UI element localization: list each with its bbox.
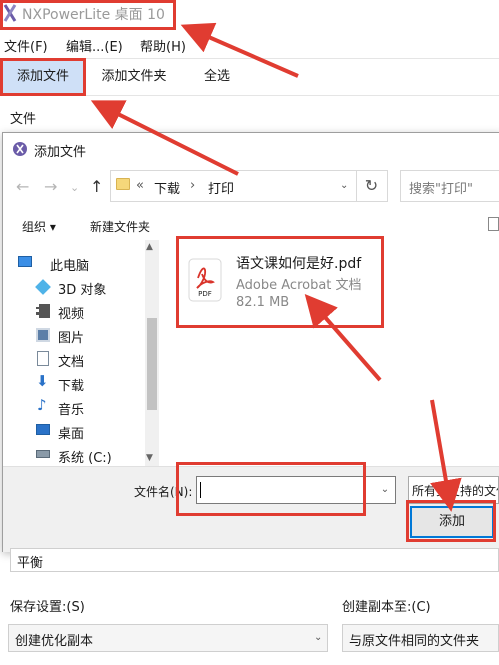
optimization-level[interactable]: 平衡 xyxy=(10,548,499,572)
breadcrumb-downloads[interactable]: 下载 xyxy=(154,178,180,197)
filename-dropdown-icon[interactable]: ⌄ xyxy=(376,478,394,502)
pictures-icon xyxy=(36,328,50,342)
scroll-up-icon[interactable]: ▲ xyxy=(146,242,153,252)
documents-icon xyxy=(37,351,49,366)
music-icon: ♪ xyxy=(37,396,47,414)
nav-item-3d-objects[interactable]: 3D 对象 xyxy=(58,279,106,298)
recent-locations-icon[interactable]: ⌄ xyxy=(70,181,79,194)
refresh-icon[interactable]: ↻ xyxy=(356,171,386,201)
desktop-icon xyxy=(36,424,50,435)
back-arrow-icon[interactable]: ← xyxy=(16,177,29,196)
organize-button[interactable]: 组织 ▾ xyxy=(22,218,56,235)
save-settings-select[interactable]: 创建优化副本 xyxy=(8,624,328,652)
annotation-box-add xyxy=(406,500,496,542)
view-options-icon[interactable] xyxy=(488,217,499,231)
address-dropdown-icon[interactable]: ⌄ xyxy=(340,180,348,191)
nav-item-system-drive[interactable]: 系统 (C:) xyxy=(58,447,112,466)
nav-item-downloads[interactable]: 下载 xyxy=(58,375,84,394)
copy-to-label: 创建副本至:(C) xyxy=(342,600,431,615)
up-arrow-icon[interactable]: ↑ xyxy=(90,177,103,196)
breadcrumb-print[interactable]: 打印 xyxy=(208,178,234,197)
nav-item-videos[interactable]: 视频 xyxy=(58,303,84,322)
new-folder-button[interactable]: 新建文件夹 xyxy=(90,218,150,235)
copy-to-select[interactable]: 与原文件相同的文件夹 xyxy=(342,624,499,652)
nav-item-pictures[interactable]: 图片 xyxy=(58,327,84,346)
annotation-box-filename xyxy=(176,462,366,516)
add-file-button[interactable]: 添加文件 xyxy=(0,58,86,96)
nav-item-desktop[interactable]: 桌面 xyxy=(58,423,84,442)
computer-icon xyxy=(18,256,32,267)
nav-item-documents[interactable]: 文档 xyxy=(58,351,84,370)
select-all-button[interactable]: 全选 xyxy=(190,58,244,96)
menu-edit[interactable]: 编辑...(E) xyxy=(66,36,123,55)
nav-item-music[interactable]: 音乐 xyxy=(58,399,84,418)
scroll-down-icon[interactable]: ▼ xyxy=(146,453,153,463)
file-column-header[interactable]: 文件 xyxy=(10,108,36,127)
chevron-down-icon[interactable]: ⌄ xyxy=(314,632,322,643)
video-icon xyxy=(36,304,50,318)
nav-scrollbar-thumb[interactable] xyxy=(147,318,157,410)
breadcrumb-separator: › xyxy=(190,178,196,193)
dialog-title: 添加文件 xyxy=(34,145,87,160)
menu-file[interactable]: 文件(F) xyxy=(4,36,48,55)
annotation-box-title xyxy=(0,0,176,30)
dialog-logo-icon xyxy=(13,142,27,156)
folder-icon xyxy=(116,178,130,190)
search-input[interactable]: 搜索"打印" xyxy=(400,170,499,202)
save-settings-label: 保存设置:(S) xyxy=(10,600,85,615)
copy-to-value: 与原文件相同的文件夹 xyxy=(349,634,480,649)
forward-arrow-icon[interactable]: → xyxy=(44,177,57,196)
drive-icon xyxy=(36,450,50,458)
menu-help[interactable]: 帮助(H) xyxy=(140,36,186,55)
annotation-box-file xyxy=(176,236,384,328)
add-folder-button[interactable]: 添加文件夹 xyxy=(92,58,176,96)
save-settings-value: 创建优化副本 xyxy=(15,634,94,649)
download-icon: ⬇ xyxy=(36,372,49,390)
nav-item-this-pc[interactable]: 此电脑 xyxy=(50,255,89,274)
breadcrumb-overflow[interactable]: « xyxy=(136,178,144,193)
